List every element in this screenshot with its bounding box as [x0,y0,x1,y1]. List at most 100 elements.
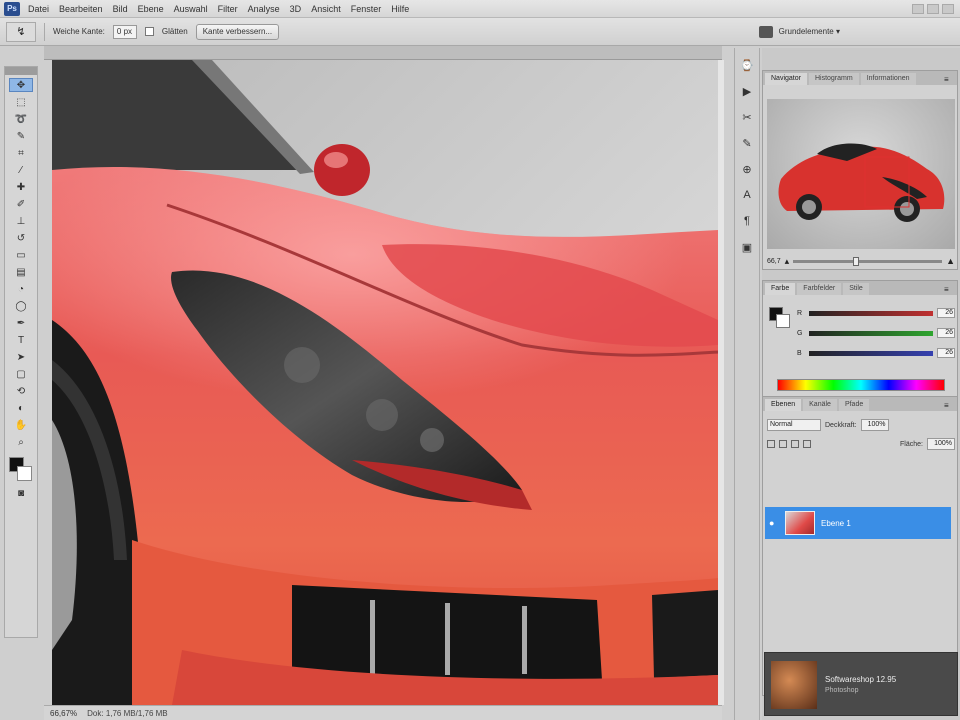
zoom-out-icon[interactable]: ▴ [785,256,790,267]
dodge-tool-icon[interactable]: ◯ [9,299,33,313]
lock-position-icon[interactable] [791,440,799,448]
notes-icon[interactable]: ▣ [738,238,756,256]
lasso-tool-icon[interactable]: ➰ [9,112,33,126]
lock-pixels-icon[interactable] [779,440,787,448]
document-info: Dok: 1,76 MB/1,76 MB [87,708,168,718]
refine-edge-button[interactable]: Kante verbessern... [195,23,280,40]
close-button[interactable] [942,3,954,14]
menu-select[interactable]: Auswahl [174,4,218,14]
green-slider[interactable] [809,330,933,336]
tab-styles[interactable]: Stile [843,283,869,295]
zoom-level[interactable]: 66,67% [50,709,77,718]
tab-histogram[interactable]: Histogramm [808,73,859,85]
menu-filter[interactable]: Filter [218,4,248,14]
menu-image[interactable]: Bild [113,4,138,14]
color-swatches [9,457,33,483]
clone-source-icon[interactable]: ⊕ [738,160,756,178]
actions-icon[interactable]: ▶ [738,82,756,100]
brush-tool-icon[interactable]: ✐ [9,197,33,211]
opacity-input[interactable]: 100% [860,419,889,431]
red-slider[interactable] [809,310,933,316]
car-thumbnail [778,143,945,222]
zoom-slider-knob[interactable] [852,256,859,266]
type-tool-icon[interactable]: T [9,333,33,347]
shape-tool-icon[interactable]: ▢ [9,367,33,381]
green-label: G [797,329,803,337]
menu-file[interactable]: Datei [28,4,59,14]
screen-mode-icon[interactable] [758,25,773,38]
paragraph-icon[interactable]: ¶ [738,212,756,230]
blue-value[interactable]: 26 [937,348,955,358]
green-channel-row: G 26 [797,327,955,339]
eyedropper-tool-icon[interactable]: ⁄ [9,163,33,177]
marquee-tool-icon[interactable]: ⬚ [9,95,33,109]
fill-input[interactable]: 100% [927,438,955,450]
tab-layers[interactable]: Ebenen [765,399,802,411]
3d-rotate-tool-icon[interactable]: ⟲ [9,384,33,398]
color-spectrum-bar[interactable] [777,379,945,391]
3d-orbit-tool-icon[interactable]: ◐ [9,401,33,415]
history-brush-tool-icon[interactable]: ↺ [9,231,33,245]
workspace-select[interactable]: Grundelemente ▾ [779,27,840,36]
zoom-tool-icon[interactable]: ⌕ [9,435,33,449]
hand-tool-icon[interactable]: ✋ [9,418,33,432]
lock-all-icon[interactable] [803,440,811,448]
crop-tool-icon[interactable]: ⌗ [9,146,33,160]
toolbox-header[interactable] [5,67,37,75]
blue-slider[interactable] [809,350,933,356]
tab-color[interactable]: Farbe [765,283,796,295]
blur-tool-icon[interactable]: ◔ [9,282,33,296]
path-selection-tool-icon[interactable]: ➤ [9,350,33,364]
background-color-box[interactable] [776,314,790,328]
gradient-tool-icon[interactable]: ▤ [9,265,33,279]
menu-3d[interactable]: 3D [290,4,312,14]
green-value[interactable]: 26 [937,328,955,338]
tab-navigator[interactable]: Navigator [765,73,807,85]
menu-view[interactable]: Ansicht [311,4,351,14]
document-canvas[interactable] [52,60,718,705]
panel-menu-icon[interactable]: ≡ [944,401,954,411]
menu-help[interactable]: Hilfe [391,4,419,14]
maximize-button[interactable] [927,3,939,14]
menu-layer[interactable]: Ebene [138,4,174,14]
history-icon[interactable]: ⌚ [738,56,756,74]
character-icon[interactable]: A [738,186,756,204]
eraser-tool-icon[interactable]: ▭ [9,248,33,262]
zoom-in-icon[interactable]: ▲ [946,256,955,266]
tab-swatches[interactable]: Farbfelder [797,283,842,295]
navigator-zoom-value[interactable]: 66,7 [767,258,781,265]
quick-selection-tool-icon[interactable]: ✎ [9,129,33,143]
eye-icon[interactable]: ● [769,519,779,528]
background-color-swatch[interactable] [17,466,32,481]
menu-analysis[interactable]: Analyse [248,4,290,14]
menu-edit[interactable]: Bearbeiten [59,4,113,14]
navigator-thumbnail[interactable] [767,99,955,249]
menu-window[interactable]: Fenster [351,4,392,14]
panel-menu-icon[interactable]: ≡ [944,285,954,295]
move-tool-icon[interactable]: ✥ [9,78,33,92]
layer-row[interactable]: ● Ebene 1 [765,507,951,539]
brushes-icon[interactable]: ✎ [738,134,756,152]
pen-tool-icon[interactable]: ✒ [9,316,33,330]
feather-input[interactable]: 0 px [112,24,137,39]
lock-transparency-icon[interactable] [767,440,775,448]
document-tab-bar[interactable] [44,46,722,60]
antialias-checkbox[interactable] [144,27,154,36]
tool-presets-icon[interactable]: ✂ [738,108,756,126]
panel-menu-icon[interactable]: ≡ [944,75,954,85]
promo-overlay[interactable]: Softwareshop 12.95 Photoshop [764,652,958,716]
red-value[interactable]: 26 [937,308,955,318]
tab-channels[interactable]: Kanäle [803,399,837,411]
vertical-scrollbar[interactable] [718,60,724,705]
quick-mask-icon[interactable]: ◙ [9,486,33,500]
blend-mode-select[interactable]: Normal [767,419,821,431]
status-bar: 66,67% Dok: 1,76 MB/1,76 MB [44,705,722,720]
healing-brush-tool-icon[interactable]: ✚ [9,180,33,194]
layer-name[interactable]: Ebene 1 [821,519,851,528]
minimize-button[interactable] [912,3,924,14]
zoom-slider[interactable] [793,256,943,266]
clone-stamp-tool-icon[interactable]: ⊥ [9,214,33,228]
tab-paths[interactable]: Pfade [838,399,870,411]
tool-preset-picker[interactable]: ↯ [6,21,36,42]
tab-info[interactable]: Informationen [860,73,916,85]
